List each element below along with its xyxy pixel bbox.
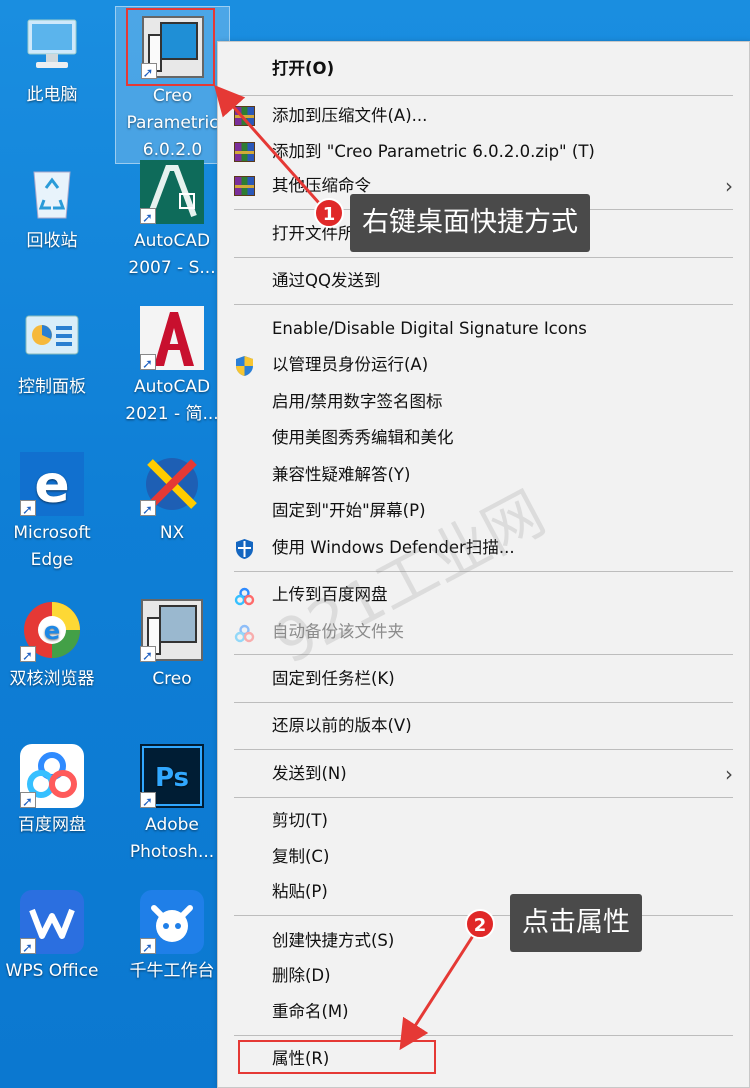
desktop-icon-baidu-netdisk[interactable]: 百度网盘 — [2, 744, 102, 839]
menu-separator — [234, 797, 733, 798]
photoshop-icon: Ps — [140, 744, 204, 816]
svg-text:e: e — [44, 617, 60, 645]
menu-item-meitu-edit[interactable]: 使用美图秀秀编辑和美化 — [218, 421, 749, 455]
menu-separator — [234, 257, 733, 258]
menu-item-send-via-qq[interactable]: 通过QQ发送到 — [218, 264, 749, 298]
autocad2021-icon — [140, 306, 204, 378]
menu-item-open[interactable]: 打开(O) — [218, 52, 749, 86]
menu-item-add-to-zip[interactable]: 添加到 "Creo Parametric 6.0.2.0.zip" (T) — [218, 135, 749, 169]
menu-item-restore-previous-versions[interactable]: 还原以前的版本(V) — [218, 709, 749, 743]
baidu-cloud-icon — [234, 585, 255, 606]
menu-separator — [234, 95, 733, 96]
menu-separator — [234, 749, 733, 750]
chevron-right-icon: › — [725, 174, 733, 198]
baidu-netdisk-icon — [20, 744, 84, 816]
desktop-icon-this-pc[interactable]: 此电脑 — [2, 14, 102, 109]
menu-item-send-to[interactable]: 发送到(N) › — [218, 757, 749, 791]
desktop-icon-control-panel[interactable]: 控制面板 — [2, 306, 102, 401]
desktop-icon-qianniu[interactable]: 千牛工作台 — [122, 890, 222, 985]
menu-item-run-as-admin[interactable]: 以管理员身份运行(A) — [218, 348, 749, 382]
desktop-icon-wps-office[interactable]: WPS Office — [2, 890, 102, 985]
shortcut-arrow-icon — [140, 205, 156, 232]
edge-icon: e — [20, 452, 84, 524]
shortcut-arrow-icon — [20, 789, 36, 816]
shortcut-arrow-icon — [140, 643, 156, 670]
shortcut-arrow-icon — [20, 643, 36, 670]
desktop-icon-autocad-2021[interactable]: AutoCAD 2021 - 简... — [122, 306, 222, 428]
winrar-icon — [234, 176, 255, 196]
nx-icon — [140, 452, 204, 524]
recycle-bin-icon — [20, 160, 84, 224]
control-panel-icon — [20, 306, 84, 370]
uac-shield-icon — [234, 355, 255, 376]
step1-badge: 1 — [314, 198, 344, 228]
step1-callout: 右键桌面快捷方式 — [350, 194, 590, 252]
desktop-icon-creo[interactable]: Creo — [122, 598, 222, 693]
autocad2007-icon — [140, 160, 204, 232]
menu-item-digital-signature-icons[interactable]: Enable/Disable Digital Signature Icons — [218, 312, 749, 346]
shortcut-arrow-icon — [20, 935, 36, 962]
svg-text:e: e — [34, 455, 69, 515]
winrar-icon — [234, 142, 255, 162]
shortcut-arrow-icon — [20, 497, 36, 524]
shortcut-arrow-icon — [140, 789, 156, 816]
wps-office-icon — [20, 890, 84, 962]
shortcut-arrow-icon — [140, 497, 156, 524]
shortcut-arrow-icon — [140, 935, 156, 962]
menu-item-paste[interactable]: 粘贴(P) — [218, 875, 749, 909]
menu-item-add-to-archive[interactable]: 添加到压缩文件(A)... — [218, 99, 749, 133]
highlight-box-creo-icon — [126, 8, 215, 86]
computer-icon — [20, 14, 84, 78]
desktop-icon-nx[interactable]: NX — [122, 452, 222, 547]
highlight-box-properties — [238, 1040, 436, 1074]
menu-item-copy[interactable]: 复制(C) — [218, 840, 749, 874]
step2-badge: 2 — [465, 909, 495, 939]
qianniu-icon — [140, 890, 204, 962]
dual-core-browser-icon: e — [20, 598, 84, 670]
desktop-icon-dual-core-browser[interactable]: e 双核浏览器 — [2, 598, 102, 693]
svg-text:Ps: Ps — [155, 763, 189, 793]
creo-icon — [140, 598, 204, 670]
menu-item-rename[interactable]: 重命名(M) — [218, 995, 749, 1029]
menu-item-cut[interactable]: 剪切(T) — [218, 804, 749, 838]
winrar-icon — [234, 106, 255, 126]
baidu-cloud-icon — [234, 622, 255, 643]
chevron-right-icon: › — [725, 762, 733, 786]
menu-separator — [234, 702, 733, 703]
menu-item-delete[interactable]: 删除(D) — [218, 959, 749, 993]
step2-callout: 点击属性 — [510, 894, 642, 952]
shortcut-arrow-icon — [140, 351, 156, 378]
defender-icon — [234, 538, 255, 559]
menu-separator — [234, 1035, 733, 1036]
desktop-icon-photoshop[interactable]: Ps Adobe Photosh... — [122, 744, 222, 866]
desktop-icon-autocad-2007[interactable]: AutoCAD 2007 - S... — [122, 160, 222, 282]
desktop-icon-recycle-bin[interactable]: 回收站 — [2, 160, 102, 255]
menu-item-toggle-signature-icons[interactable]: 启用/禁用数字签名图标 — [218, 385, 749, 419]
menu-separator — [234, 304, 733, 305]
desktop-icon-edge[interactable]: e Microsoft Edge — [2, 452, 102, 574]
